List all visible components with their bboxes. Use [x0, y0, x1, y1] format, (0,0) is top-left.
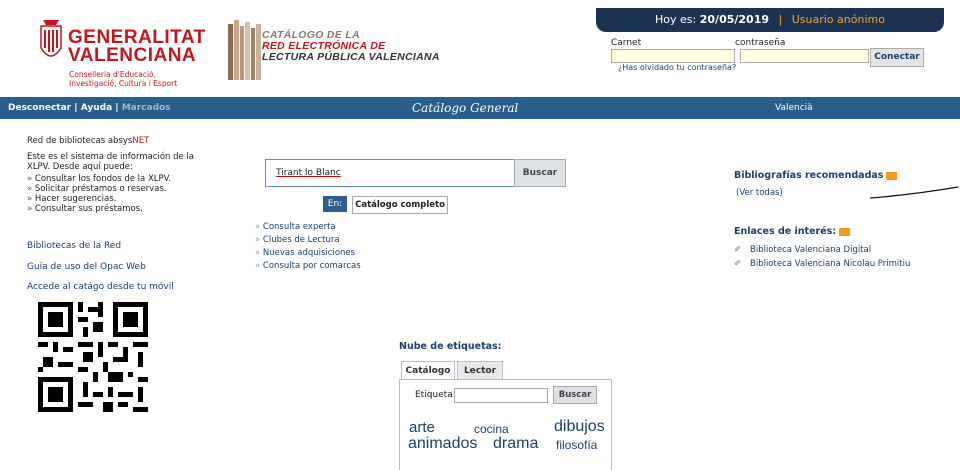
- date-separator: |: [778, 13, 783, 26]
- main-nav-bar: Desconectar | Ayuda | Marcados Catálogo …: [0, 97, 960, 119]
- password-field[interactable]: [740, 49, 869, 63]
- conselleria-line1: Conselleria d'Educació,: [69, 70, 157, 79]
- conselleria-name: Conselleria d'Educació, Investigació, Cu…: [69, 70, 177, 88]
- generalitat-name-line2: VALENCIANA: [68, 45, 197, 66]
- catalog-title-line3: LECTURA PÚBLICA VALENCIANA: [262, 51, 440, 63]
- paperclip-icon: ✐: [734, 245, 742, 255]
- books-logo-icon: [228, 20, 261, 80]
- decorative-line: [870, 186, 959, 199]
- current-date: 20/05/2019: [699, 13, 770, 26]
- guide-link[interactable]: Guía de uso del Opac Web: [27, 262, 146, 272]
- list-item: Hacer sugerencias.: [27, 194, 217, 204]
- bibliographies-heading: Bibliografías recomendadas: [734, 170, 898, 181]
- catalog-title[interactable]: CATÁLOGO DE LA RED ELECTRÓNICA DE LECTUR…: [262, 30, 440, 63]
- date-prefix: Hoy es:: [655, 13, 697, 26]
- search-input[interactable]: Tirant lo Blanc: [265, 159, 515, 187]
- links-title: Enlaces de interés:: [734, 226, 837, 237]
- absys-net-brand: NET: [132, 136, 150, 146]
- connect-button[interactable]: Conectar: [870, 48, 924, 67]
- link-label: Biblioteca Valenciana Nicolau Primitiu: [750, 259, 911, 269]
- date-user-bar: Hoy es: 20/05/2019 | Usuario anónimo: [596, 8, 944, 32]
- libraries-link[interactable]: Bibliotecas de la Red: [27, 241, 121, 251]
- help-link[interactable]: Ayuda: [81, 103, 112, 113]
- search-query: Tirant lo Blanc: [276, 168, 341, 178]
- list-item: Solicitar préstamos o reservas.: [27, 184, 217, 194]
- tag-link[interactable]: filosofía: [556, 438, 597, 452]
- intro-text: Este es el sistema de información de la …: [27, 152, 195, 172]
- disconnect-link[interactable]: Desconectar: [8, 103, 71, 113]
- tag-link[interactable]: dibujos: [554, 418, 605, 436]
- tag-link[interactable]: drama: [493, 435, 538, 453]
- bibliographies-title: Bibliografías recomendadas: [734, 170, 884, 181]
- link-item[interactable]: ✐ Biblioteca Valenciana Digital: [734, 245, 871, 255]
- language-link[interactable]: Valencià: [775, 97, 813, 119]
- tab-catalog[interactable]: Catálogo: [401, 361, 455, 380]
- rss-icon[interactable]: [886, 171, 898, 180]
- tab-reader[interactable]: Lector: [457, 361, 503, 380]
- tag-link[interactable]: arte: [409, 419, 435, 436]
- rss-icon[interactable]: [839, 227, 851, 236]
- network-heading: Red de bibliotecas absysNET: [27, 136, 217, 146]
- tag-cloud-title: Nube de etiquetas:: [399, 341, 502, 352]
- bookmarks-link[interactable]: Marcados: [122, 103, 171, 113]
- expert-search-link[interactable]: Consulta experta: [255, 221, 361, 234]
- see-all-link[interactable]: (Ver todas): [736, 188, 783, 198]
- tag-link[interactable]: animados: [408, 435, 477, 453]
- tag-label: Etiqueta:: [415, 390, 456, 400]
- paperclip-icon: ✐: [734, 259, 742, 269]
- carnet-field[interactable]: [611, 49, 735, 63]
- mobile-link[interactable]: Accede al catágo desde tu móvil: [27, 282, 174, 292]
- tag-search-button[interactable]: Buscar: [553, 386, 597, 404]
- search-links: Consulta experta Clubes de Lectura Nueva…: [255, 221, 361, 273]
- list-item: Consultar sus préstamos.: [27, 204, 217, 214]
- tag-link[interactable]: cocina: [474, 422, 509, 436]
- link-item[interactable]: ✐ Biblioteca Valenciana Nicolau Primitiu: [734, 259, 910, 269]
- nav-title: Catálogo General: [412, 101, 519, 115]
- link-label: Biblioteca Valenciana Digital: [750, 245, 872, 255]
- features-list: Consultar los fondos de la XLPV. Solicit…: [27, 174, 217, 214]
- network-prefix: Red de bibliotecas: [27, 136, 108, 146]
- tag-input[interactable]: [454, 388, 548, 403]
- nav-separator: |: [74, 103, 78, 113]
- absys-brand: absys: [107, 136, 133, 146]
- nav-left-group: Desconectar | Ayuda | Marcados: [8, 97, 171, 119]
- catalog-scope-button[interactable]: Catálogo completo: [352, 196, 448, 214]
- left-sidebar: Red de bibliotecas absysNET Este es el s…: [27, 136, 217, 214]
- generalitat-shield-icon: [40, 20, 62, 57]
- region-search-link[interactable]: Consulta por comarcas: [255, 260, 361, 273]
- reading-clubs-link[interactable]: Clubes de Lectura: [255, 234, 361, 247]
- conselleria-line2: Investigació, Cultura i Esport: [69, 79, 178, 88]
- links-heading: Enlaces de interés:: [734, 226, 851, 237]
- nav-separator: |: [115, 103, 119, 113]
- current-user[interactable]: Usuario anónimo: [792, 13, 885, 26]
- password-label: contraseña: [735, 38, 786, 48]
- search-language-button[interactable]: En:: [323, 196, 347, 212]
- qr-code-icon[interactable]: [38, 302, 148, 412]
- list-item: Consultar los fondos de la XLPV.: [27, 174, 217, 184]
- new-acquisitions-link[interactable]: Nuevas adquisiciones: [255, 247, 361, 260]
- search-button[interactable]: Buscar: [514, 159, 566, 187]
- carnet-label: Carnet: [611, 38, 642, 48]
- generalitat-name[interactable]: GENERALITAT VALENCIANA: [68, 28, 206, 66]
- forgot-password-link[interactable]: ¿Has olvidado tu contraseña?: [618, 63, 736, 72]
